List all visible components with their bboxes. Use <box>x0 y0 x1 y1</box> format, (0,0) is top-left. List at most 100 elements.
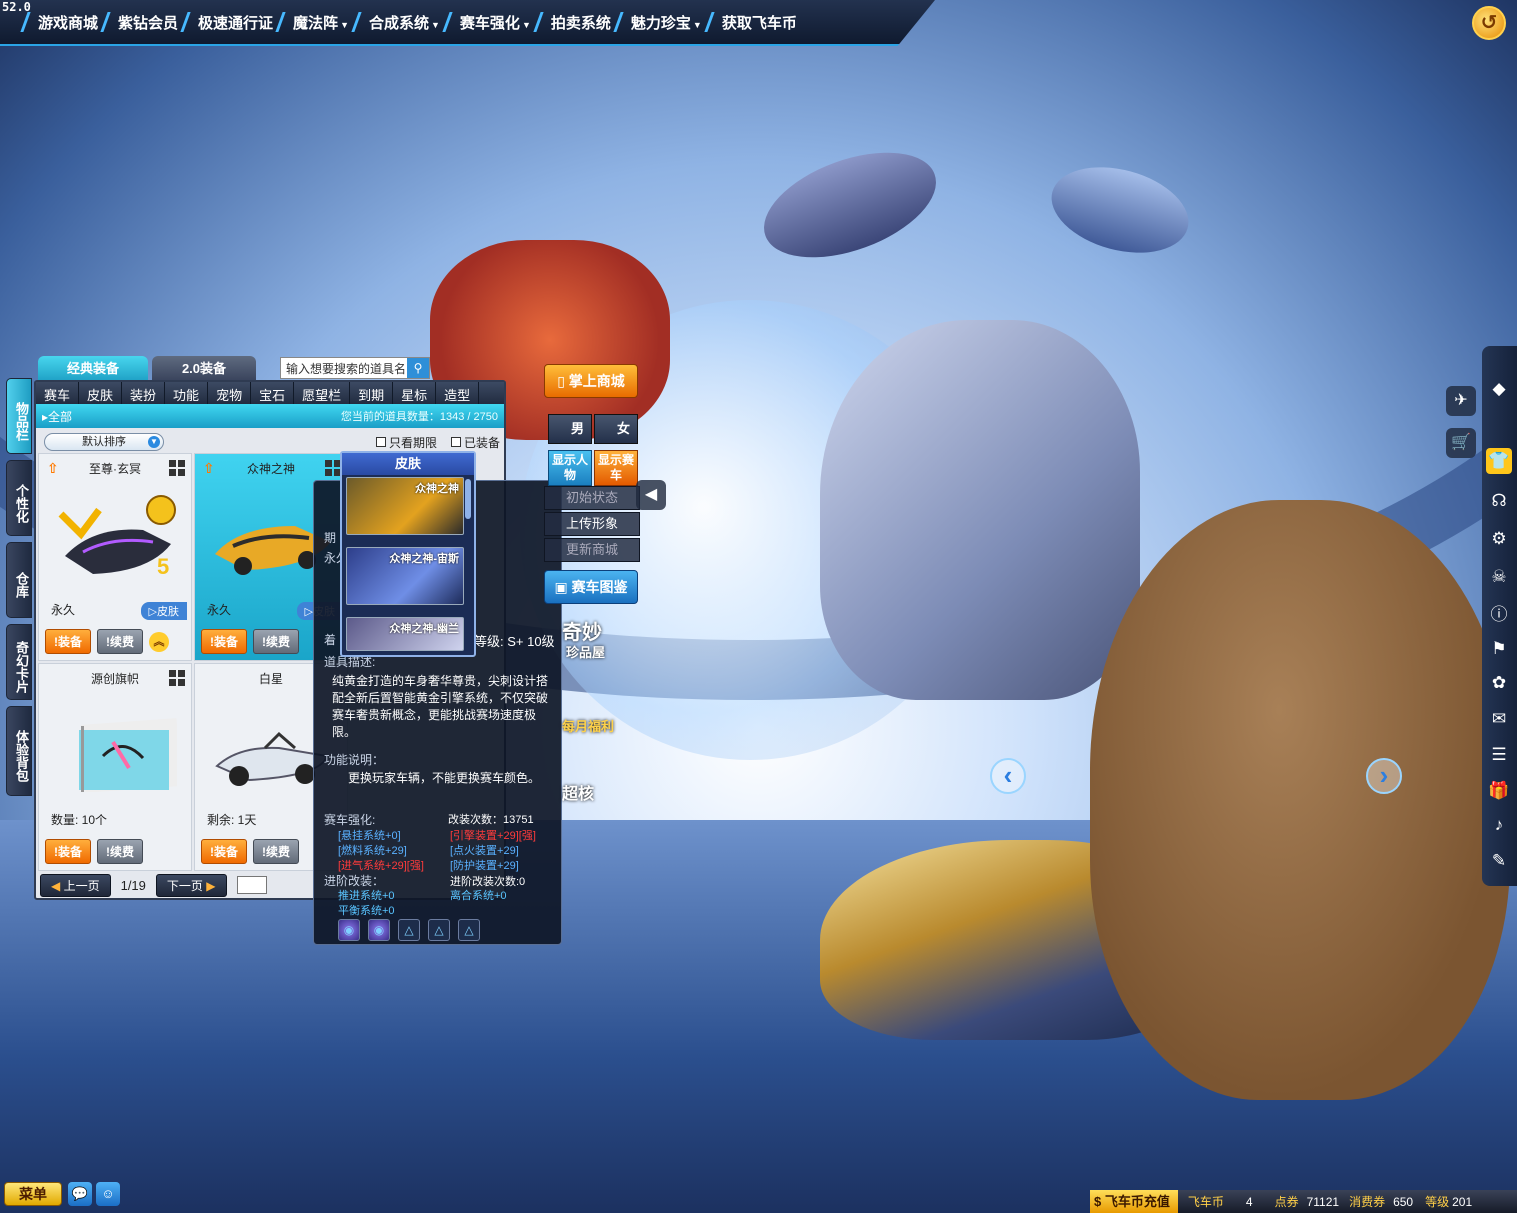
flag-icon[interactable]: ⚑ <box>1486 636 1512 662</box>
all-filter[interactable]: ▸全部 <box>42 408 72 425</box>
only-period-checkbox[interactable]: 只看期限 <box>375 434 437 451</box>
gem-icon: ◉ <box>338 919 360 941</box>
prev-arrow-icon[interactable]: ‹ <box>990 758 1026 794</box>
show-car-button[interactable]: 显示赛车 <box>594 450 638 486</box>
grid-icon[interactable] <box>169 670 185 686</box>
nav-car-strengthen[interactable]: 赛车强化 ▼ <box>440 8 531 37</box>
item-search[interactable]: 输入想要搜索的道具名 ⚲ <box>280 357 430 379</box>
search-input[interactable]: 输入想要搜索的道具名 <box>281 360 407 377</box>
nav-synthesis[interactable]: 合成系统 ▼ <box>349 8 440 37</box>
renew-button[interactable]: !续费 <box>97 629 144 654</box>
page-input[interactable] <box>236 876 267 894</box>
equip-button[interactable]: !装备 <box>201 839 248 864</box>
next-page-button[interactable]: 下一页 ▶ <box>155 873 227 897</box>
nav-auction[interactable]: 拍卖系统 <box>531 8 611 37</box>
menu-button[interactable]: 菜单 <box>4 1182 62 1206</box>
flag-image <box>79 718 177 792</box>
level-label: 等级 <box>1425 1195 1450 1209</box>
chat-bubble-icon[interactable]: 💬 <box>68 1182 92 1206</box>
strength-stat: [引擎装置+29][强] <box>450 830 536 842</box>
tooltip-period: 期 <box>324 531 337 545</box>
skin-option[interactable]: 众神之神-幽兰 <box>346 617 464 651</box>
equip-button[interactable]: !装备 <box>45 839 92 864</box>
info-icon[interactable]: ⓘ <box>1486 602 1512 628</box>
female-button[interactable]: 女 <box>594 414 638 444</box>
upload-avatar-button[interactable]: 上传形象 <box>544 512 640 536</box>
prev-page-button[interactable]: ◀ 上一页 <box>40 873 111 897</box>
male-button[interactable]: 男 <box>548 414 592 444</box>
headset-icon[interactable]: ☊ <box>1486 488 1512 514</box>
skin-option[interactable]: 众神之神 <box>346 477 464 535</box>
gift-icon[interactable]: 🎁 <box>1486 778 1512 804</box>
item-slot[interactable]: 源创旗帜 数量: 10个 !装备 !续费 <box>38 663 192 871</box>
promo-chao[interactable]: 超核 <box>562 780 594 804</box>
side-tab-fantasy-cards[interactable]: 奇幻卡片 <box>6 624 32 700</box>
nav-purple-diamond[interactable]: 紫钻会员 <box>98 8 178 37</box>
tab-classic-equipment[interactable]: 经典装备 <box>38 356 148 382</box>
shirt-icon[interactable]: 👕 <box>1486 448 1512 474</box>
sort-select[interactable]: 默认排序 ▼ <box>44 433 164 451</box>
equip-button[interactable]: !装备 <box>201 629 248 654</box>
equip-button[interactable]: !装备 <box>45 629 92 654</box>
paw-icon[interactable]: ✿ <box>1486 670 1512 696</box>
renew-button[interactable]: !续费 <box>253 629 300 654</box>
category-car[interactable]: 赛车 <box>36 382 80 404</box>
side-tab-item-bar[interactable]: 物品栏 <box>6 378 32 454</box>
friends-icon[interactable]: ☺ <box>96 1182 120 1206</box>
category-gem[interactable]: 宝石 <box>251 382 295 404</box>
cart-icon[interactable]: 🛒 <box>1446 428 1476 458</box>
side-tab-personalize[interactable]: 个性化 <box>6 460 32 536</box>
grid-icon[interactable] <box>169 460 185 476</box>
tab-2-0-equipment[interactable]: 2.0装备 <box>152 356 256 382</box>
adv-stat: 离合系统+0 <box>450 890 507 902</box>
promo-zhenpin[interactable]: 珍品屋 <box>566 642 605 661</box>
category-wishlist[interactable]: 愿望栏 <box>294 382 351 404</box>
skin-scrollbar[interactable] <box>465 479 471 519</box>
nav-get-coins[interactable]: 获取飞车币 <box>702 8 797 37</box>
search-icon[interactable]: ⚲ <box>407 358 429 378</box>
side-tab-warehouse[interactable]: 仓库 <box>6 542 32 618</box>
show-character-button[interactable]: 显示人物 <box>548 450 592 486</box>
next-arrow-icon[interactable]: › <box>1366 758 1402 794</box>
collapse-arrow-icon[interactable]: ◀ <box>636 480 666 510</box>
renew-button[interactable]: !续费 <box>253 839 300 864</box>
gear-icon[interactable]: ⚙ <box>1486 526 1512 552</box>
category-outfit[interactable]: 装扮 <box>122 382 166 404</box>
diamond-icon[interactable]: ◆ <box>1486 376 1512 402</box>
notes-icon[interactable]: ☰ <box>1486 742 1512 768</box>
category-skin[interactable]: 皮肤 <box>79 382 123 404</box>
recharge-button[interactable]: $ 飞车币充值 <box>1090 1190 1178 1213</box>
side-tab-trial-bag[interactable]: 体验背包 <box>6 706 32 796</box>
car-atlas-button[interactable]: ▣ 赛车图鉴 <box>544 570 638 604</box>
category-pet[interactable]: 宠物 <box>208 382 252 404</box>
skin-badge[interactable]: ▷皮肤 <box>140 602 187 620</box>
skull-icon[interactable]: ☠ <box>1486 564 1512 590</box>
chat-icon[interactable]: ✎ <box>1486 848 1512 874</box>
nav-magic-circle[interactable]: 魔法阵 ▼ <box>273 8 349 37</box>
mobile-shop-button[interactable]: ▯ 掌上商城 <box>544 364 638 398</box>
mail-icon[interactable]: ✉ <box>1486 706 1512 732</box>
category-function[interactable]: 功能 <box>165 382 209 404</box>
category-starred[interactable]: 星标 <box>393 382 437 404</box>
nav-game-shop[interactable]: 游戏商城 <box>18 8 98 37</box>
tooltip-func-text: 更换玩家车辆，不能更换赛车颜色。 <box>348 771 541 785</box>
promo-qimiao[interactable]: 奇妙 <box>562 616 602 645</box>
renew-button[interactable]: !续费 <box>97 839 144 864</box>
nav-speed-pass[interactable]: 极速通行证 <box>178 8 273 37</box>
category-style[interactable]: 造型 <box>436 382 480 404</box>
top-nav: 游戏商城 紫钻会员 极速通行证 魔法阵 ▼ 合成系统 ▼ 赛车强化 ▼ 拍卖系统 魅力… <box>18 8 797 37</box>
wings-icon[interactable]: ✈ <box>1446 386 1476 416</box>
grid-icon[interactable] <box>325 460 341 476</box>
skin-option[interactable]: 众神之神-宙斯 <box>346 547 464 605</box>
chevron-up-icon[interactable]: ︽ <box>149 631 170 652</box>
nav-charm-treasure[interactable]: 魅力珍宝 ▼ <box>611 8 702 37</box>
equipped-checkbox[interactable]: 已装备 <box>450 434 500 451</box>
reset-state-button[interactable]: 初始状态 <box>544 486 640 510</box>
item-slot[interactable]: ⇧ 至尊·玄冥 5 永久 ▷皮肤 !装备 !续费 ︽ <box>38 453 192 661</box>
update-shop-button[interactable]: 更新商城 <box>544 538 640 562</box>
gem-slots: ◉ ◉ △ △ △ <box>338 919 480 941</box>
music-icon[interactable]: ♪ <box>1486 812 1512 838</box>
back-icon[interactable]: ↺ <box>1472 6 1506 40</box>
promo-welfare[interactable]: 每月福利 <box>562 716 614 735</box>
category-expiring[interactable]: 到期 <box>350 382 394 404</box>
